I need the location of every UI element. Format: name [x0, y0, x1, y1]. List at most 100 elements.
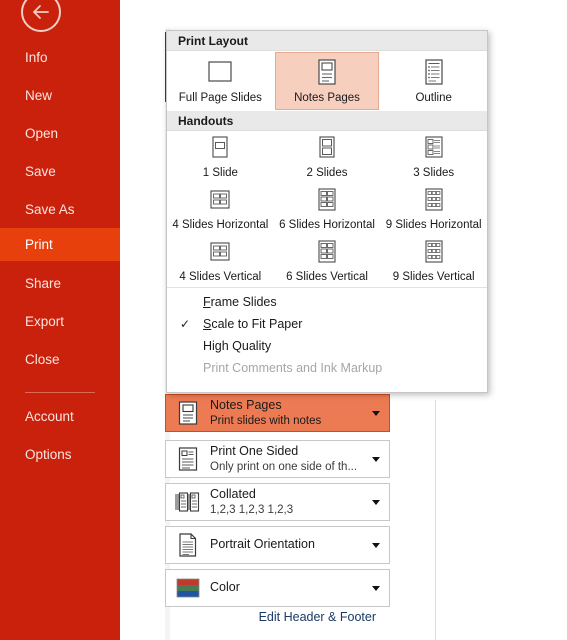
handout-4v-icon — [208, 239, 232, 267]
layout-option-label: Notes Pages — [294, 91, 360, 104]
handouts-row: 4 Slides Vertical 6 Slides Vertical 9 Sl… — [167, 235, 487, 287]
handout-9h-icon — [422, 187, 446, 215]
back-arrow-icon[interactable] — [21, 0, 61, 32]
sidebar-item-share[interactable]: Share — [0, 267, 120, 300]
layout-dropdown-text: Notes Pages Print slides with notes — [210, 398, 363, 428]
handout-option-label: 1 Slide — [202, 167, 238, 179]
handout-option-label: 9 Slides Vertical — [392, 271, 475, 283]
option-label: Scale to Fit Paper — [203, 317, 303, 331]
chevron-down-icon[interactable] — [363, 585, 389, 591]
color-dropdown-text: Color — [210, 580, 363, 596]
layout-dropdown-subtitle: Print slides with notes — [210, 414, 322, 427]
color-icon — [166, 570, 210, 606]
sidebar-item-new[interactable]: New — [0, 79, 120, 112]
color-dropdown-button[interactable]: Color — [165, 569, 390, 607]
sidebar-item-label: Export — [25, 314, 65, 329]
notes-page-icon — [166, 395, 210, 431]
layout-option-label: Full Page Slides — [178, 91, 262, 104]
backstage-sidebar: Info New Open Save Save As Print Share E… — [0, 0, 120, 640]
handout-option-4-slides-horizontal[interactable]: 4 Slides Horizontal — [167, 183, 274, 235]
powerpoint-print-backstage: Info New Open Save Save As Print Share E… — [0, 0, 567, 640]
print-layout-dropdown-menu: Print Layout Full Page Slides Notes Page… — [166, 30, 488, 393]
collation-dropdown-title: Collated — [210, 487, 256, 501]
sidebar-item-label: Share — [25, 276, 62, 291]
layout-dropdown-title: Notes Pages — [210, 398, 282, 412]
sides-dropdown-subtitle: Only print on one side of th... — [210, 460, 358, 473]
sidebar-item-label: Open — [25, 126, 59, 141]
one-sided-icon — [166, 441, 210, 477]
layout-option-outline[interactable]: Outline — [381, 52, 486, 110]
sidebar-item-label: Save — [25, 164, 56, 179]
color-dropdown-title: Color — [210, 580, 240, 595]
settings-preview-divider — [435, 400, 436, 640]
layout-option-label: Outline — [415, 91, 452, 104]
orientation-dropdown-button[interactable]: Portrait Orientation — [165, 526, 390, 564]
handouts-group-header: Handouts — [167, 111, 487, 131]
sidebar-item-label: Options — [25, 447, 72, 462]
sidebar-item-label: Print — [25, 237, 53, 252]
sidebar-divider — [25, 392, 95, 393]
chevron-down-icon[interactable] — [363, 456, 389, 462]
handout-1-icon — [209, 135, 231, 163]
sidebar-item-print[interactable]: Print — [0, 228, 120, 261]
sidebar-item-info[interactable]: Info — [0, 41, 120, 74]
outline-icon — [422, 59, 446, 87]
sidebar-item-label: Close — [25, 352, 60, 367]
option-label: Frame Slides — [203, 295, 277, 309]
chevron-down-icon[interactable] — [363, 542, 389, 548]
sidebar-item-options[interactable]: Options — [0, 438, 120, 471]
option-high-quality[interactable]: High Quality — [167, 335, 487, 357]
handout-option-label: 4 Slides Vertical — [179, 271, 262, 283]
handout-option-1-slide[interactable]: 1 Slide — [167, 131, 274, 183]
handout-option-6-slides-vertical[interactable]: 6 Slides Vertical — [274, 235, 381, 287]
print-layout-group-header: Print Layout — [167, 31, 487, 51]
collation-dropdown-subtitle: 1,2,3 1,2,3 1,2,3 — [210, 503, 294, 516]
handout-option-9-slides-vertical[interactable]: 9 Slides Vertical — [380, 235, 487, 287]
handout-option-2-slides[interactable]: 2 Slides — [274, 131, 381, 183]
sidebar-item-label: Save As — [25, 202, 75, 217]
handout-option-label: 4 Slides Horizontal — [172, 219, 269, 231]
sidebar-item-save[interactable]: Save — [0, 155, 120, 188]
sidebar-item-label: New — [25, 88, 53, 103]
sidebar-item-export[interactable]: Export — [0, 305, 120, 338]
handout-4h-icon — [208, 187, 232, 215]
sidebar-item-save-as[interactable]: Save As — [0, 193, 120, 226]
handout-option-9-slides-horizontal[interactable]: 9 Slides Horizontal — [380, 183, 487, 235]
layout-option-full-page-slides[interactable]: Full Page Slides — [168, 52, 273, 110]
notes-page-icon — [315, 59, 339, 87]
portrait-icon — [166, 527, 210, 563]
orientation-dropdown-title: Portrait Orientation — [210, 537, 315, 552]
handout-6v-icon — [315, 239, 339, 267]
handout-option-4-slides-vertical[interactable]: 4 Slides Vertical — [167, 235, 274, 287]
handout-option-label: 6 Slides Vertical — [286, 271, 368, 283]
layout-option-notes-pages[interactable]: Notes Pages — [274, 52, 380, 110]
chevron-down-icon[interactable] — [363, 499, 389, 505]
edit-header-footer-link[interactable]: Edit Header & Footer — [0, 610, 390, 624]
handout-option-label: 9 Slides Horizontal — [385, 219, 482, 231]
handout-2-icon — [316, 135, 338, 163]
sidebar-item-label: Account — [25, 409, 74, 424]
print-layout-tiles: Full Page Slides Notes Pages Outline — [167, 51, 487, 111]
handouts-row: 4 Slides Horizontal 6 Slides Horizontal — [167, 183, 487, 235]
handout-option-label: 6 Slides Horizontal — [279, 219, 375, 231]
option-frame-slides[interactable]: Frame Slides — [167, 291, 487, 313]
sidebar-item-account[interactable]: Account — [0, 400, 120, 433]
chevron-down-icon[interactable] — [363, 410, 389, 416]
collated-icon — [166, 484, 210, 520]
handout-option-3-slides[interactable]: 3 Slides — [380, 131, 487, 183]
handout-6h-icon — [315, 187, 339, 215]
handout-option-label: 3 Slides — [413, 167, 455, 179]
sidebar-item-close[interactable]: Close — [0, 343, 120, 376]
handout-3-icon — [423, 135, 445, 163]
handouts-row: 1 Slide 2 Slides 3 Slides — [167, 131, 487, 183]
collation-dropdown-button[interactable]: Collated 1,2,3 1,2,3 1,2,3 — [165, 483, 390, 521]
option-scale-to-fit-paper[interactable]: ✓ Scale to Fit Paper — [167, 313, 487, 335]
full-page-slide-icon — [205, 59, 235, 87]
layout-dropdown-button[interactable]: Notes Pages Print slides with notes — [165, 394, 390, 432]
sides-dropdown-text: Print One Sided Only print on one side o… — [210, 444, 363, 474]
option-print-comments-and-ink-markup: Print Comments and Ink Markup — [167, 357, 487, 379]
collation-dropdown-text: Collated 1,2,3 1,2,3 1,2,3 — [210, 487, 363, 517]
sidebar-item-open[interactable]: Open — [0, 117, 120, 150]
handout-option-6-slides-horizontal[interactable]: 6 Slides Horizontal — [274, 183, 381, 235]
sides-dropdown-button[interactable]: Print One Sided Only print on one side o… — [165, 440, 390, 478]
